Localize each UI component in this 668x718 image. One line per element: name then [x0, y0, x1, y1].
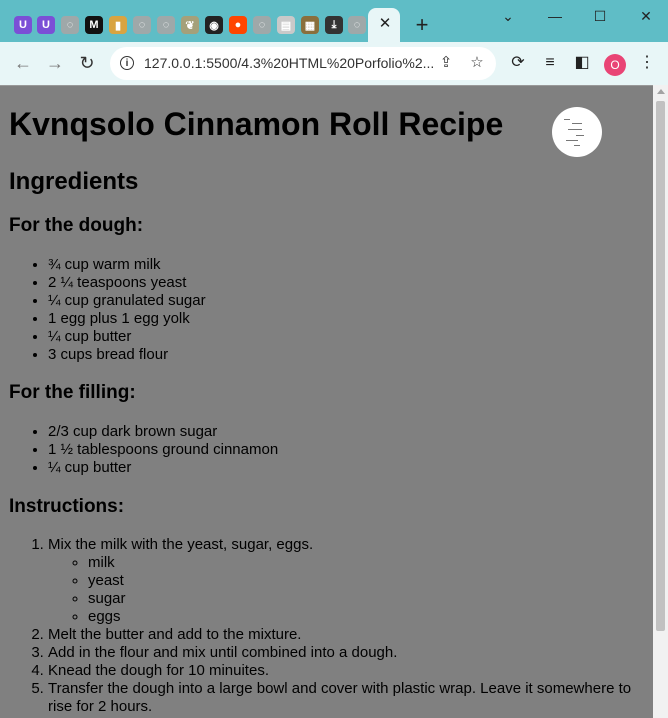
filling-list: 2/3 cup dark brown sugar 1 ½ tablespoons… — [0, 423, 278, 477]
close-window-icon[interactable]: ✕ — [636, 6, 656, 26]
u-shield-icon[interactable]: U — [14, 16, 32, 34]
list-item: 2/3 cup dark brown sugar — [48, 423, 278, 441]
page-content: Kvnqsolo Cinnamon Roll Recipe Ingredient… — [0, 85, 653, 718]
typewriter-icon[interactable]: ▦ — [301, 16, 319, 34]
list-item: ¼ cup butter — [48, 459, 278, 477]
list-item: Mix the milk with the yeast, sugar, eggs… — [48, 536, 653, 626]
page-title: Kvnqsolo Cinnamon Roll Recipe — [9, 106, 504, 142]
step-text: Mix the milk with the yeast, sugar, eggs… — [48, 536, 314, 553]
list-item: milk — [88, 554, 653, 572]
browser-toolbar: ← → ↻ i 127.0.0.1:5500/4.3%20HTML%20Porf… — [0, 42, 668, 85]
instructions-list: Mix the milk with the yeast, sugar, eggs… — [0, 536, 653, 716]
back-icon[interactable]: ← — [12, 52, 34, 74]
reload-icon[interactable]: ↻ — [76, 52, 98, 74]
side-panel-icon[interactable]: ◧ — [572, 53, 592, 73]
tab-search-chevron-icon[interactable]: ⌄ — [498, 6, 518, 26]
globe-icon[interactable]: ◌ — [133, 16, 151, 34]
share-icon[interactable]: ⇪ — [437, 54, 455, 72]
site-logo — [552, 107, 602, 157]
list-item: 1 ½ tablespoons ground cinnamon — [48, 441, 278, 459]
list-item: ¼ cup butter — [48, 328, 206, 346]
ingredients-heading: Ingredients — [9, 168, 139, 195]
scroll-up-arrow-icon[interactable] — [657, 89, 665, 94]
globe-icon[interactable]: ◌ — [348, 16, 366, 34]
close-tab-icon[interactable]: ✕ — [377, 16, 393, 32]
profile-avatar[interactable]: O — [604, 54, 626, 76]
active-tab[interactable]: ✕ — [368, 8, 400, 42]
globe-icon[interactable]: ◌ — [157, 16, 175, 34]
address-bar[interactable]: i 127.0.0.1:5500/4.3%20HTML%20Porfolio%2… — [110, 47, 496, 80]
list-item: Knead the dough for 10 minuites. — [48, 662, 653, 680]
list-item: eggs — [88, 608, 653, 626]
reddit-icon[interactable]: ● — [229, 16, 247, 34]
tab-strip: U U ◌ M ▮ ◌ ◌ ❦ ◉ ● ◌ ▤ ▦ ⤓ ◌ ✕ + ⌄ — ☐ ✕ — [0, 0, 668, 42]
globe-icon[interactable]: ◌ — [61, 16, 79, 34]
bookmark-star-icon[interactable]: ☆ — [468, 54, 486, 72]
menu-kebab-icon[interactable]: ⋮ — [637, 53, 657, 73]
filling-heading: For the filling: — [9, 382, 136, 403]
extension-icon[interactable]: ⟳ — [508, 53, 528, 73]
m-logo-icon[interactable]: M — [85, 16, 103, 34]
url-text[interactable]: 127.0.0.1:5500/4.3%20HTML%20Porfolio%2..… — [144, 55, 434, 71]
download-icon[interactable]: ⤓ — [325, 16, 343, 34]
new-tab-button[interactable]: + — [411, 14, 433, 36]
globe-icon[interactable]: ◌ — [253, 16, 271, 34]
list-item: Melt the butter and add to the mixture. — [48, 626, 653, 644]
site-info-icon[interactable]: i — [120, 56, 134, 70]
u-shield-icon[interactable]: U — [37, 16, 55, 34]
instructions-heading: Instructions: — [9, 496, 125, 517]
page-scrollbar[interactable] — [653, 85, 668, 718]
list-item: Transfer the dough into a large bowl and… — [48, 680, 653, 716]
list-item: yeast — [88, 572, 653, 590]
list-item: 2 ¼ teaspoons yeast — [48, 274, 206, 292]
notes-icon[interactable]: ▤ — [277, 16, 295, 34]
list-item: sugar — [88, 590, 653, 608]
leaf-icon[interactable]: ❦ — [181, 16, 199, 34]
list-item: 1 egg plus 1 egg yolk — [48, 310, 206, 328]
list-item: ¾ cup warm milk — [48, 256, 206, 274]
app-icon[interactable]: ▮ — [109, 16, 127, 34]
list-item: 3 cups bread flour — [48, 346, 206, 364]
github-icon[interactable]: ◉ — [205, 16, 223, 34]
maximize-icon[interactable]: ☐ — [590, 6, 610, 26]
media-controls-icon[interactable]: ≡ — [540, 53, 560, 73]
list-item: Add in the flour and mix until combined … — [48, 644, 653, 662]
forward-icon[interactable]: → — [44, 52, 66, 74]
minimize-icon[interactable]: — — [545, 6, 565, 26]
list-item: ¼ cup granulated sugar — [48, 292, 206, 310]
dough-heading: For the dough: — [9, 215, 144, 236]
step1-sublist: milk yeast sugar eggs — [48, 554, 653, 626]
dough-list: ¾ cup warm milk 2 ¼ teaspoons yeast ¼ cu… — [0, 256, 206, 364]
scrollbar-thumb[interactable] — [656, 101, 665, 631]
